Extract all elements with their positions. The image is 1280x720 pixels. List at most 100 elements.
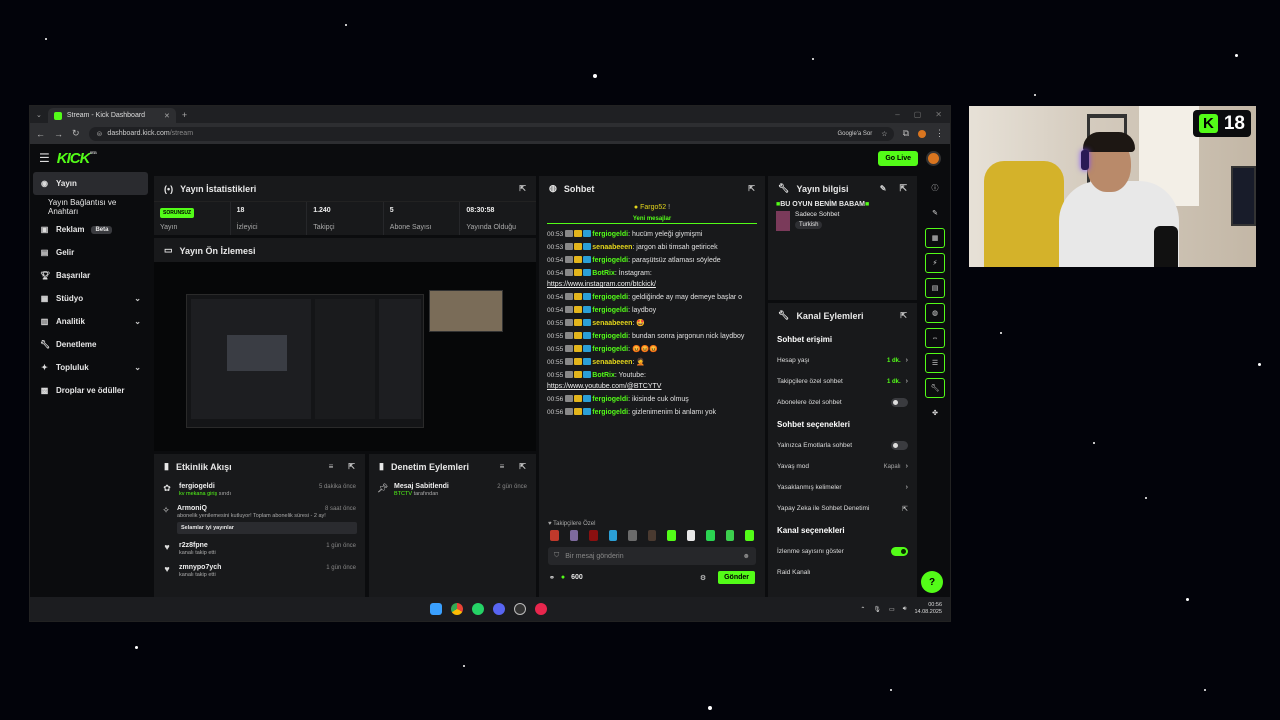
obs-icon[interactable] — [514, 603, 526, 615]
message-username[interactable]: BotRix — [592, 372, 615, 379]
stats-rail-icon[interactable]: ▦ — [925, 228, 945, 248]
emote[interactable] — [686, 530, 696, 541]
edit-icon[interactable]: ✎ — [880, 184, 887, 193]
windows-start-icon[interactable] — [430, 603, 442, 615]
go-live-button[interactable]: Go Live — [878, 150, 918, 166]
filter-icon[interactable]: ≡ — [329, 462, 334, 471]
microphone-icon[interactable]: 🎙︎ — [873, 606, 881, 613]
message-username[interactable]: fergiogeldi — [592, 333, 628, 340]
sidebar-item-analitik[interactable]: ▥ Analitik ⌄ — [30, 310, 151, 333]
sidebar-item-studyo[interactable]: ▦ Stüdyo ⌄ — [30, 287, 151, 310]
message-username[interactable]: fergiogeldi — [592, 231, 628, 238]
bookmark-star-icon[interactable]: ☆ — [881, 130, 887, 138]
close-tab-icon[interactable]: ✕ — [164, 112, 170, 120]
raid-channel-setting[interactable]: Raid Kanalı — [768, 562, 917, 583]
popout-icon[interactable]: ⇱ — [899, 183, 907, 194]
message-username[interactable]: fergiogeldi — [592, 346, 628, 353]
volume-icon[interactable]: 🔊︎ — [903, 606, 907, 613]
message-username[interactable]: fergiogeldi — [592, 396, 628, 403]
popout-icon[interactable]: ⇱ — [519, 462, 526, 471]
new-tab-icon[interactable]: + — [182, 110, 187, 120]
edit-icon[interactable]: ✎ — [925, 203, 945, 223]
popout-icon[interactable]: ⇱ — [348, 462, 355, 471]
site-info-icon[interactable]: ⊜ — [97, 130, 103, 138]
menu-icon[interactable]: ☰ — [39, 151, 50, 165]
browser-tab[interactable]: Stream - Kick Dashboard ✕ — [47, 108, 176, 123]
filter-icon[interactable]: ≡ — [500, 462, 505, 471]
user-avatar[interactable] — [926, 150, 941, 166]
sidebar-item-basarilar[interactable]: 🏆︎ Başarılar — [30, 264, 151, 287]
wrench-rail-icon[interactable]: 🔧︎ — [925, 378, 945, 398]
emotes-only-toggle[interactable] — [891, 441, 908, 450]
network-icon[interactable]: ▭ — [889, 606, 895, 613]
lightning-icon[interactable]: ⚡︎ — [925, 253, 945, 273]
profile-avatar-icon[interactable] — [918, 129, 926, 138]
popout-icon[interactable]: ⇱ — [900, 311, 907, 320]
help-icon[interactable]: ? — [921, 571, 943, 593]
emoji-icon[interactable]: ☻ — [743, 553, 750, 560]
subs-chat-toggle[interactable] — [891, 398, 908, 407]
info-icon[interactable]: ⓘ — [925, 178, 945, 198]
reload-icon[interactable]: ↻ — [72, 128, 80, 139]
whatsapp-icon[interactable] — [472, 603, 484, 615]
message-username[interactable]: fergiogeldi — [592, 257, 628, 264]
list-rail-icon[interactable]: ☰ — [925, 353, 945, 373]
sidebar-item-denetleme[interactable]: 🔧︎ Denetleme — [30, 333, 151, 356]
followers-chat-setting[interactable]: Takipçilere özel sohbet 1 dk. › — [768, 371, 917, 392]
sidebar-item-reklam[interactable]: ▣ Reklam Beta — [30, 218, 151, 241]
clock[interactable]: 00:56 14.08.2025 — [914, 602, 942, 616]
ai-moderation-setting[interactable]: Yapay Zeka ile Sohbet Denetimi ⇱ — [768, 498, 917, 519]
sidebar-item-droplar[interactable]: ▩ Droplar ve ödüller — [30, 379, 151, 402]
minimize-icon[interactable]: – — [895, 110, 899, 119]
emote[interactable] — [569, 530, 579, 541]
url-field[interactable]: ⊜ dashboard.kick.com/stream Google'a Sor… — [88, 126, 894, 141]
slow-mode-setting[interactable]: Yavaş mod Kapalı › — [768, 456, 917, 477]
pinned-user[interactable]: ● Fargo52 ! — [539, 201, 765, 214]
message-username[interactable]: senaabeeen — [592, 320, 632, 327]
message-username[interactable]: fergiogeldi — [592, 307, 628, 314]
emote[interactable] — [647, 530, 657, 541]
puzzle-icon[interactable]: ✤ — [925, 403, 945, 423]
message-username[interactable]: fergiogeldi — [592, 294, 628, 301]
chrome-icon[interactable] — [451, 603, 463, 615]
back-icon[interactable]: ← — [36, 129, 45, 139]
stream-preview-video[interactable] — [154, 262, 536, 451]
message-username[interactable]: senaabeeen — [592, 359, 632, 366]
link-icon[interactable]: ⚭ — [549, 574, 555, 582]
sidebar-item-stream-key[interactable]: Yayın Bağlantısı ve Anahtarı — [30, 195, 151, 218]
extensions-icon[interactable]: ⧉ — [903, 128, 909, 139]
message-link[interactable]: https://www.youtube.com/@BTCYTV — [547, 383, 661, 390]
chat-rail-icon[interactable]: ◍ — [925, 303, 945, 323]
emote[interactable] — [706, 530, 715, 541]
popout-icon[interactable]: ⇱ — [519, 184, 526, 193]
banned-words-setting[interactable]: Yasaklanmış kelimeler › — [768, 477, 917, 498]
tray-chevron-icon[interactable]: ⌃ — [860, 606, 865, 613]
message-username[interactable]: fergiogeldi — [592, 409, 628, 416]
kick-logo[interactable]: KICKBETA — [57, 150, 97, 167]
emote[interactable] — [745, 530, 755, 541]
emote[interactable] — [550, 530, 559, 541]
emote[interactable] — [589, 530, 598, 541]
message-username[interactable]: BotRix — [592, 270, 615, 277]
emote[interactable] — [628, 530, 637, 541]
media-app-icon[interactable] — [535, 603, 547, 615]
tab-list-icon[interactable]: ⌄ — [36, 111, 42, 119]
popout-icon[interactable]: ⇱ — [748, 184, 755, 193]
emote[interactable] — [667, 530, 676, 541]
emote[interactable] — [608, 530, 618, 541]
transfer-icon[interactable]: ⇔ — [925, 328, 945, 348]
sidebar-item-gelir[interactable]: ▤ Gelir — [30, 241, 151, 264]
message-username[interactable]: senaabeeen — [592, 244, 632, 251]
close-window-icon[interactable]: ✕ — [935, 110, 942, 119]
message-link[interactable]: https://www.instagram.com/btckick/ — [547, 281, 656, 288]
chat-input[interactable]: ⛉ Bir mesaj gönderin ☻ — [548, 547, 756, 565]
sidebar-item-topluluk[interactable]: ✦ Topluluk ⌄ — [30, 356, 151, 379]
browser-menu-icon[interactable]: ⋮ — [935, 128, 944, 139]
show-viewers-toggle[interactable] — [891, 547, 908, 556]
forward-icon[interactable]: → — [54, 129, 63, 139]
google-ask-button[interactable]: Google'a Sor — [832, 127, 878, 140]
send-button[interactable]: Gönder — [718, 571, 755, 584]
maximize-icon[interactable]: ▢ — [914, 110, 922, 119]
settings-icon[interactable]: ⚙ — [700, 574, 706, 582]
sidebar-item-yayin[interactable]: ◉ Yayın — [33, 172, 148, 195]
